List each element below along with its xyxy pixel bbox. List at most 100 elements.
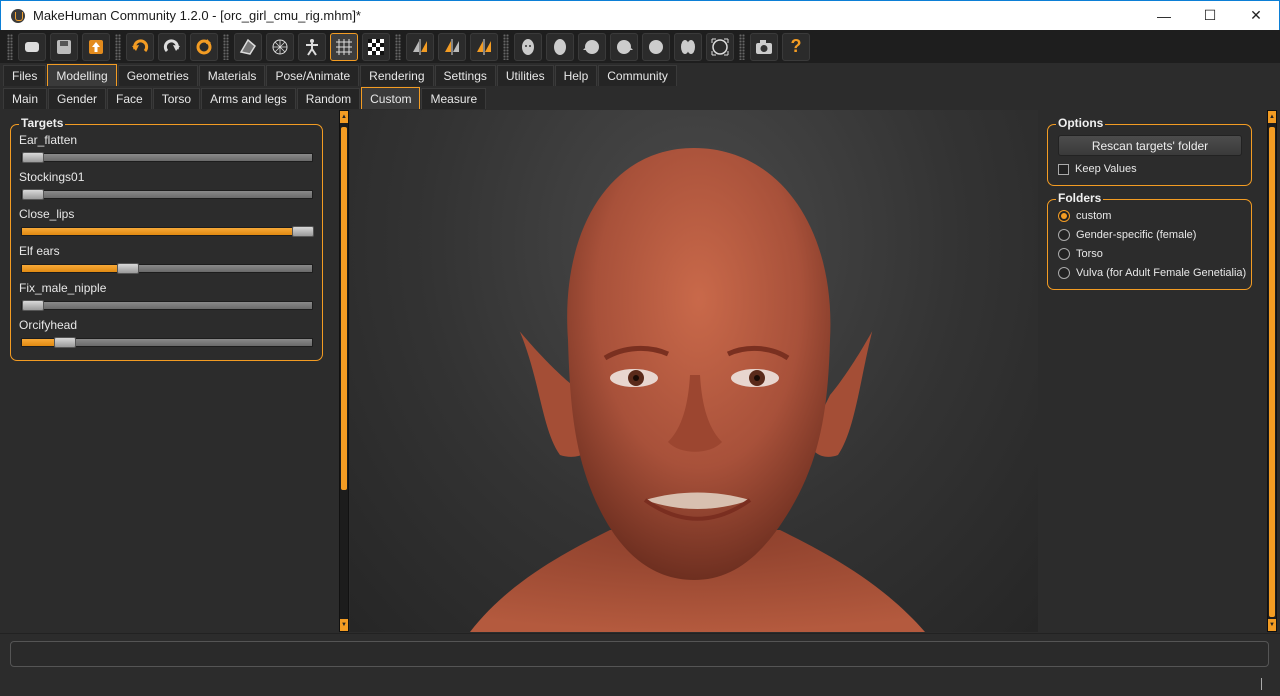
folder-label: Torso — [1076, 248, 1103, 260]
grid-button[interactable] — [330, 32, 358, 61]
tab-files[interactable]: Files — [3, 65, 47, 86]
slider-track[interactable] — [21, 300, 313, 311]
symmetry-left-icon — [445, 38, 459, 55]
resize-grip[interactable] — [1261, 678, 1262, 690]
toolbar-grip[interactable] — [503, 33, 509, 60]
tab-utilities[interactable]: Utilities — [496, 65, 554, 86]
subtab-gender[interactable]: Gender — [48, 88, 107, 109]
symmetry-right-button[interactable] — [406, 32, 434, 61]
tab-community[interactable]: Community — [598, 65, 677, 86]
scroll-up-arrow-icon[interactable]: ▲ — [340, 111, 348, 123]
top-view-icon — [649, 39, 663, 54]
slider-track[interactable] — [21, 337, 313, 348]
tab-help[interactable]: Help — [554, 65, 598, 86]
folders-title: Folders — [1056, 191, 1104, 205]
subtab-torso[interactable]: Torso — [152, 88, 201, 109]
screenshot-icon — [756, 39, 772, 54]
3d-viewport[interactable] — [350, 110, 1038, 632]
maximize-button[interactable]: ☐ — [1187, 1, 1233, 31]
right-panel-scrollbar[interactable]: ▲ ▼ — [1267, 110, 1277, 632]
tab-geometries[interactable]: Geometries — [117, 65, 198, 86]
subtab-main[interactable]: Main — [3, 88, 48, 109]
scroll-thumb[interactable] — [1269, 127, 1275, 617]
subtab-custom[interactable]: Custom — [361, 87, 421, 109]
symmetry-right-icon — [413, 38, 427, 55]
toolbar-grip[interactable] — [115, 33, 121, 60]
folder-radio[interactable] — [1058, 248, 1070, 260]
slider-handle[interactable] — [22, 152, 44, 163]
human-head-model[interactable] — [350, 110, 1038, 632]
folder-option[interactable]: Torso — [1058, 248, 1103, 260]
folder-radio[interactable] — [1058, 229, 1070, 241]
scroll-down-arrow-icon[interactable]: ▼ — [340, 619, 348, 631]
save-button[interactable] — [50, 32, 78, 61]
subtab-face[interactable]: Face — [107, 88, 152, 109]
tab-pose-animate[interactable]: Pose/Animate — [266, 65, 360, 86]
right-view-button[interactable] — [610, 32, 638, 61]
reset-icon — [196, 38, 212, 54]
redo-button[interactable] — [158, 32, 186, 61]
toolbar-grip[interactable] — [395, 33, 401, 60]
left-view-button[interactable] — [578, 32, 606, 61]
undo-icon — [132, 38, 149, 52]
export-button[interactable] — [82, 32, 110, 61]
subtab-arms-and-legs[interactable]: Arms and legs — [201, 88, 296, 109]
slider-handle[interactable] — [22, 300, 44, 311]
minimize-button[interactable]: — — [1141, 1, 1187, 31]
subtab-random[interactable]: Random — [296, 88, 361, 109]
close-button[interactable]: ✕ — [1233, 1, 1279, 31]
tab-modelling[interactable]: Modelling — [47, 64, 117, 86]
rescan-targets-button[interactable]: Rescan targets' folder — [1058, 135, 1242, 156]
folder-option[interactable]: Vulva (for Adult Female Genetialia) — [1058, 267, 1246, 279]
scroll-thumb[interactable] — [341, 127, 347, 490]
folder-radio[interactable] — [1058, 267, 1070, 279]
back-view-button[interactable] — [546, 32, 574, 61]
folder-radio[interactable] — [1058, 210, 1070, 222]
slider-track[interactable] — [21, 152, 313, 163]
tab-rendering[interactable]: Rendering — [360, 65, 434, 86]
toolbar-grip[interactable] — [739, 33, 745, 60]
smooth-button[interactable] — [234, 32, 262, 61]
screenshot-button[interactable] — [750, 32, 778, 61]
bottom-view-button[interactable] — [674, 32, 702, 61]
front-view-button[interactable] — [514, 32, 542, 61]
scroll-down-arrow-icon[interactable]: ▼ — [1268, 619, 1276, 631]
slider-handle[interactable] — [54, 337, 76, 348]
tab-settings[interactable]: Settings — [434, 65, 496, 86]
keep-values-label: Keep Values — [1075, 163, 1137, 175]
keep-values-checkbox[interactable] — [1058, 163, 1069, 175]
new-button[interactable] — [18, 32, 46, 61]
slider-handle[interactable] — [117, 263, 139, 274]
toolbar-grip[interactable] — [7, 33, 13, 60]
slider-track[interactable] — [21, 189, 313, 200]
folder-option[interactable]: Gender-specific (female) — [1058, 229, 1196, 241]
background-button[interactable] — [362, 32, 390, 61]
symmetry-left-button[interactable] — [438, 32, 466, 61]
slider-handle[interactable] — [22, 189, 44, 200]
target-slider-row: Elf ears — [19, 244, 319, 274]
left-panel-scrollbar[interactable]: ▲ ▼ — [339, 110, 349, 632]
reset-button[interactable] — [190, 32, 218, 61]
target-slider-row: Fix_male_nipple — [19, 281, 319, 311]
slider-label: Stockings01 — [19, 170, 85, 184]
folder-option[interactable]: custom — [1058, 210, 1111, 222]
reset-camera-button[interactable] — [706, 32, 734, 61]
skeleton-button[interactable] — [298, 32, 326, 61]
slider-track[interactable] — [21, 263, 313, 274]
top-view-button[interactable] — [642, 32, 670, 61]
tab-materials[interactable]: Materials — [198, 65, 266, 86]
app-logo-icon — [11, 8, 25, 23]
keep-values-row[interactable]: Keep Values — [1058, 163, 1137, 175]
undo-button[interactable] — [126, 32, 154, 61]
slider-track[interactable] — [21, 226, 314, 237]
status-bar — [0, 633, 1280, 696]
toolbar-grip[interactable] — [223, 33, 229, 60]
help-button[interactable]: ? — [782, 32, 810, 61]
main-toolbar: ? — [0, 30, 1280, 63]
wireframe-button[interactable] — [266, 32, 294, 61]
scroll-up-arrow-icon[interactable]: ▲ — [1268, 111, 1276, 123]
symmetry-button[interactable] — [470, 32, 498, 61]
pose-icon — [239, 38, 256, 55]
slider-handle[interactable] — [292, 226, 314, 237]
subtab-measure[interactable]: Measure — [421, 88, 487, 109]
